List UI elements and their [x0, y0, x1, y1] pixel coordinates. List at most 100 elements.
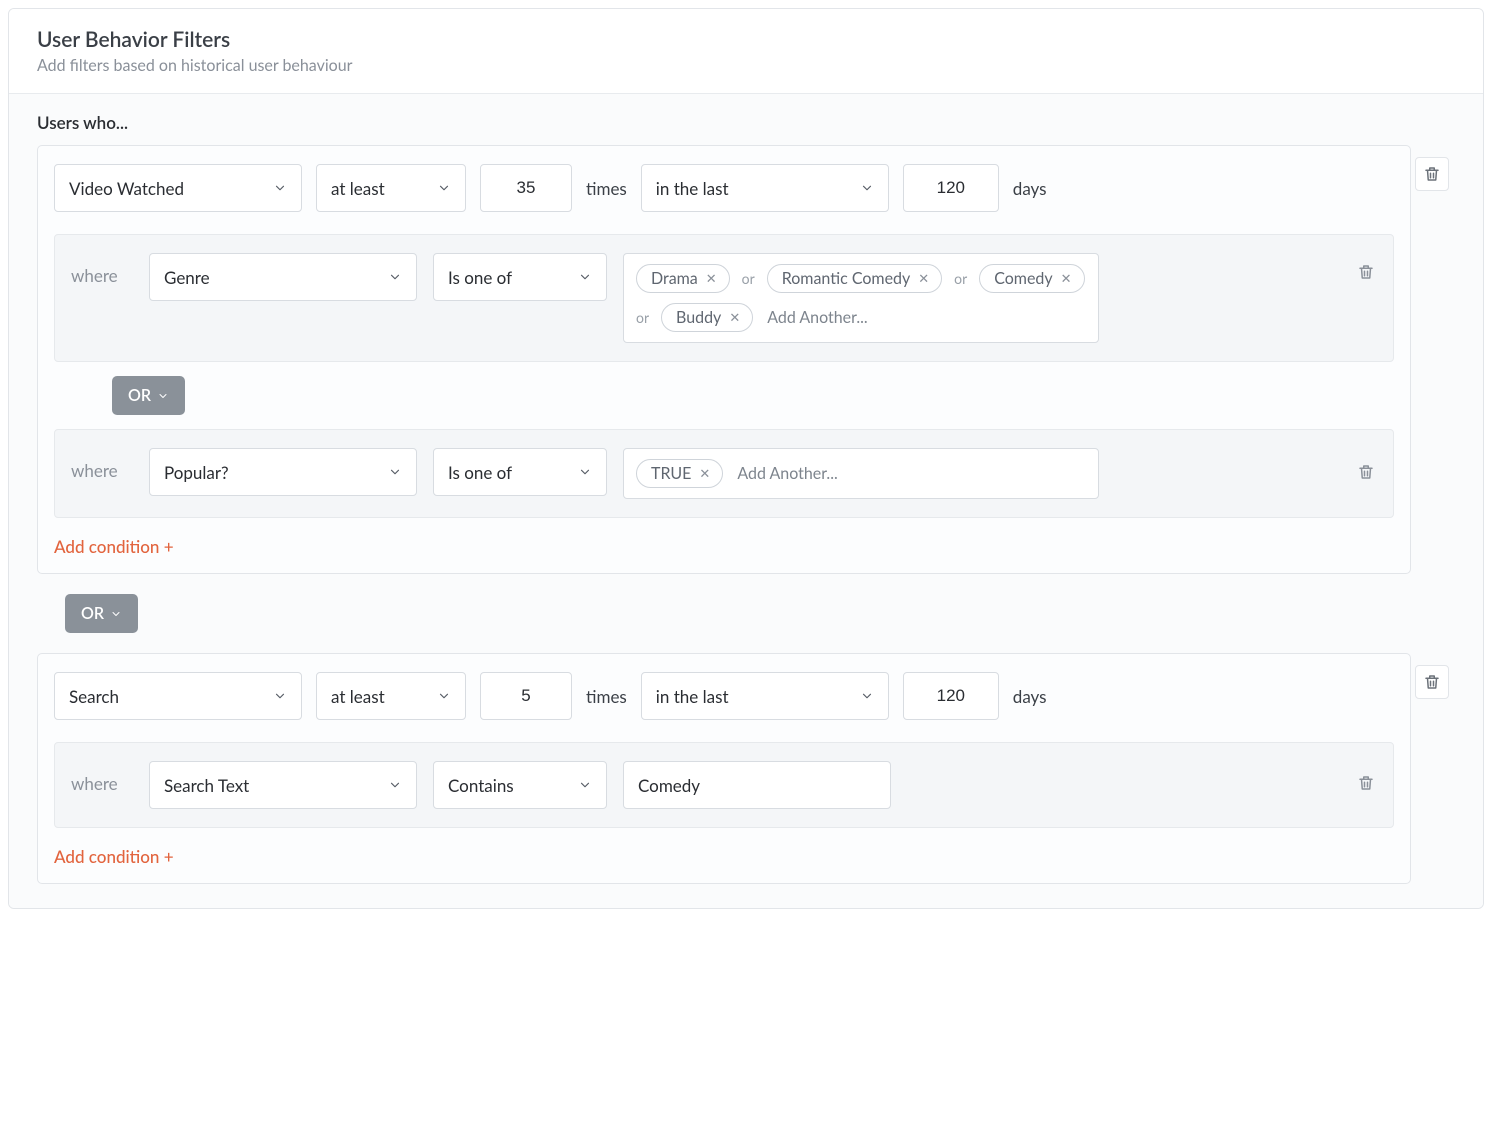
- property-select[interactable]: Popular?: [149, 448, 417, 496]
- tag-pill[interactable]: Comedy✕: [979, 264, 1084, 293]
- property-value: Genre: [164, 267, 210, 288]
- add-condition-button[interactable]: Add condition +: [54, 536, 174, 557]
- tag-pill[interactable]: Drama✕: [636, 264, 730, 293]
- card-title: User Behavior Filters: [37, 27, 1455, 52]
- remove-tag-icon[interactable]: ✕: [699, 465, 710, 482]
- tag-pill[interactable]: Romantic Comedy✕: [767, 264, 942, 293]
- chevron-down-icon: [388, 778, 402, 792]
- rule-line: Search at least times in the last: [54, 672, 1394, 720]
- where-label: where: [71, 448, 133, 481]
- rule-block: Video Watched at least times in the last: [37, 145, 1411, 574]
- tag-input[interactable]: Drama✕ or Romantic Comedy✕ or Comedy✕ or…: [623, 253, 1099, 343]
- event-select-value: Video Watched: [69, 178, 184, 199]
- range-value-input-wrap[interactable]: [903, 672, 999, 720]
- chevron-down-icon: [578, 465, 592, 479]
- delete-rule-button[interactable]: [1415, 157, 1449, 191]
- range-type-select[interactable]: in the last: [641, 672, 889, 720]
- chevron-down-icon: [110, 608, 122, 620]
- operator-value: Contains: [448, 775, 514, 796]
- chevron-down-icon: [578, 778, 592, 792]
- property-select[interactable]: Genre: [149, 253, 417, 301]
- trash-icon: [1357, 774, 1375, 792]
- where-label: where: [71, 253, 133, 286]
- condition-block: where Popular? Is one of TRUE✕ Add Anoth…: [54, 429, 1394, 518]
- comparator-select[interactable]: at least: [316, 672, 466, 720]
- times-label: times: [586, 686, 627, 707]
- property-select[interactable]: Search Text: [149, 761, 417, 809]
- days-label: days: [1013, 686, 1047, 707]
- count-input-wrap[interactable]: [480, 672, 572, 720]
- delete-rule-button[interactable]: [1415, 665, 1449, 699]
- or-separator: or: [742, 270, 755, 287]
- chevron-down-icon: [437, 181, 451, 195]
- event-select[interactable]: Video Watched: [54, 164, 302, 212]
- delete-condition-button[interactable]: [1357, 263, 1375, 285]
- text-value-input[interactable]: Comedy: [623, 761, 891, 809]
- condition-connector-button[interactable]: OR: [112, 376, 185, 415]
- range-type-select[interactable]: in the last: [641, 164, 889, 212]
- count-input-wrap[interactable]: [480, 164, 572, 212]
- tag-input[interactable]: TRUE✕ Add Another...: [623, 448, 1099, 499]
- count-input[interactable]: [495, 686, 557, 706]
- add-another-tag[interactable]: Add Another...: [765, 306, 869, 329]
- tag-pill[interactable]: Buddy✕: [661, 303, 753, 332]
- filter-card: User Behavior Filters Add filters based …: [8, 8, 1484, 909]
- rule-connector-button[interactable]: OR: [65, 594, 138, 633]
- operator-select[interactable]: Is one of: [433, 253, 607, 301]
- property-value: Search Text: [164, 775, 249, 796]
- range-value-input[interactable]: [918, 178, 984, 198]
- trash-icon: [1423, 673, 1441, 691]
- tag-pill[interactable]: TRUE✕: [636, 459, 723, 488]
- times-label: times: [586, 178, 627, 199]
- rule-connector-row: OR: [37, 574, 1411, 653]
- event-select-value: Search: [69, 686, 119, 707]
- add-another-tag[interactable]: Add Another...: [735, 462, 839, 485]
- chevron-down-icon: [578, 270, 592, 284]
- delete-condition-button[interactable]: [1357, 463, 1375, 485]
- comparator-select[interactable]: at least: [316, 164, 466, 212]
- rule-block: Search at least times in the last: [37, 653, 1411, 884]
- trash-icon: [1423, 165, 1441, 183]
- chevron-down-icon: [860, 689, 874, 703]
- remove-tag-icon[interactable]: ✕: [1061, 270, 1072, 287]
- operator-select[interactable]: Is one of: [433, 448, 607, 496]
- range-value-input[interactable]: [918, 686, 984, 706]
- chevron-down-icon: [273, 689, 287, 703]
- card-header: User Behavior Filters Add filters based …: [9, 9, 1483, 94]
- chevron-down-icon: [388, 270, 402, 284]
- property-value: Popular?: [164, 462, 229, 483]
- comparator-value: at least: [331, 686, 385, 707]
- days-label: days: [1013, 178, 1047, 199]
- connector-label: OR: [128, 386, 151, 405]
- card-subtitle: Add filters based on historical user beh…: [37, 56, 1455, 75]
- where-label: where: [71, 761, 133, 794]
- chevron-down-icon: [437, 689, 451, 703]
- remove-tag-icon[interactable]: ✕: [918, 270, 929, 287]
- remove-tag-icon[interactable]: ✕: [706, 270, 717, 287]
- add-condition-button[interactable]: Add condition +: [54, 846, 174, 867]
- range-type-value: in the last: [656, 178, 729, 199]
- trash-icon: [1357, 263, 1375, 281]
- condition-block: where Search Text Contains Comedy: [54, 742, 1394, 828]
- card-body: Users who... Video Watched at least: [9, 94, 1483, 908]
- lead-label: Users who...: [37, 112, 1455, 133]
- operator-value: Is one of: [448, 462, 512, 483]
- chevron-down-icon: [860, 181, 874, 195]
- chevron-down-icon: [388, 465, 402, 479]
- operator-select[interactable]: Contains: [433, 761, 607, 809]
- count-input[interactable]: [495, 178, 557, 198]
- rule-line: Video Watched at least times in the last: [54, 164, 1394, 212]
- or-separator: or: [636, 309, 649, 326]
- comparator-value: at least: [331, 178, 385, 199]
- trash-icon: [1357, 463, 1375, 481]
- connector-label: OR: [81, 604, 104, 623]
- delete-condition-button[interactable]: [1357, 774, 1375, 796]
- remove-tag-icon[interactable]: ✕: [729, 309, 740, 326]
- text-value: Comedy: [638, 775, 700, 796]
- event-select[interactable]: Search: [54, 672, 302, 720]
- operator-value: Is one of: [448, 267, 512, 288]
- condition-connector-row: OR: [54, 362, 1394, 429]
- range-value-input-wrap[interactable]: [903, 164, 999, 212]
- condition-block: where Genre Is one of Drama✕ or Romantic…: [54, 234, 1394, 362]
- chevron-down-icon: [157, 390, 169, 402]
